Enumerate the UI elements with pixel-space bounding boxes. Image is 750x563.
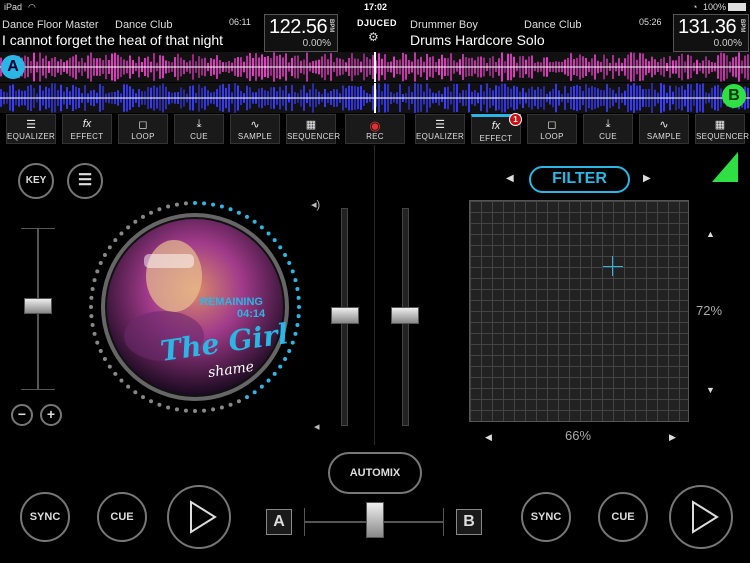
- deck-a-title: I cannot forget the heat of that night: [2, 32, 224, 48]
- xy-cursor-v: [612, 256, 613, 276]
- wifi-icon: ◠: [28, 2, 36, 12]
- volume-low-icon: ◂: [314, 421, 320, 433]
- pitch-plus-button[interactable]: +: [40, 404, 62, 426]
- deck-a-sync-button[interactable]: SYNC: [20, 492, 70, 542]
- deck-a-jog-wheel[interactable]: [84, 196, 306, 418]
- xy-cursor-h: [603, 266, 623, 267]
- deck-b-corner-marker: [712, 152, 738, 182]
- playlist-button[interactable]: ☰: [67, 163, 103, 199]
- list-icon: ☰: [77, 172, 93, 189]
- deck-b-bpm-unit: BPM: [739, 19, 745, 33]
- deck-b-pitch: 0.00%: [713, 38, 742, 49]
- filter-xy-pad[interactable]: [469, 200, 689, 422]
- rec-button[interactable]: ◉ REC: [345, 114, 405, 144]
- equalizer-icon: ☰: [26, 119, 36, 131]
- deck-b-sync-button[interactable]: SYNC: [521, 492, 571, 542]
- y-value: 72%: [696, 303, 723, 318]
- sequencer-icon: ▦: [714, 119, 726, 131]
- x-right-arrow[interactable]: ▶: [669, 432, 676, 443]
- pitch-fader-knob[interactable]: [24, 298, 52, 314]
- deck-b-bpm: 131.36: [678, 16, 737, 38]
- crossfader-knob[interactable]: [366, 502, 384, 538]
- sample-wave-icon: ∿: [250, 119, 260, 131]
- deck-b-equalizer-button[interactable]: ☰ EQUALIZER: [415, 114, 465, 144]
- deck-b-bpm-box[interactable]: 131.36 BPM 0.00%: [673, 14, 749, 52]
- clock: 17:02: [364, 2, 388, 12]
- equalizer-icon: ☰: [435, 119, 445, 131]
- deck-b-cue-play-button[interactable]: CUE: [598, 492, 648, 542]
- deck-a-waveform[interactable]: [0, 52, 750, 82]
- deck-a-artist: Dance Floor Master: [2, 19, 99, 31]
- pitch-minus-button[interactable]: −: [11, 404, 33, 426]
- crossfader-b-label[interactable]: B: [456, 509, 482, 535]
- deck-b-badge: B: [722, 84, 746, 108]
- deck-b-sample-button[interactable]: ∿ SAMPLE: [639, 114, 689, 144]
- y-up-arrow[interactable]: ▲: [706, 229, 715, 239]
- y-down-arrow[interactable]: ▼: [706, 385, 715, 395]
- crossfader-right-tick: [443, 508, 444, 536]
- filter-next-arrow[interactable]: ▶: [643, 173, 651, 184]
- deck-a-bpm: 122.56: [269, 16, 328, 38]
- fx-icon: fx: [82, 118, 92, 130]
- play-icon: [692, 500, 719, 534]
- deck-b-artist: Drummer Boy: [410, 19, 478, 31]
- x-left-arrow[interactable]: ◀: [485, 432, 492, 443]
- key-button[interactable]: KEY: [18, 163, 54, 199]
- deck-a-album: Dance Club: [115, 19, 173, 31]
- device-label: iPad: [4, 2, 23, 12]
- deck-b-waveform[interactable]: [0, 83, 750, 113]
- deck-b-sequencer-button[interactable]: ▦ SEQUENCER: [695, 114, 749, 144]
- deck-b-play-button[interactable]: [669, 485, 733, 549]
- location-icon: ◔: [692, 2, 698, 12]
- volume-high-icon: ◂): [311, 199, 321, 211]
- loop-icon: ◻: [547, 119, 557, 131]
- deck-a-time: 06:11: [229, 17, 251, 27]
- deck-a-effect-button[interactable]: fx EFFECT: [62, 114, 112, 144]
- play-icon: [190, 500, 217, 534]
- channel-b-fader-knob[interactable]: [391, 307, 419, 324]
- status-bar: iPad ◠ 17:02 ◔ 100%: [0, 0, 750, 14]
- deck-a-cue-button[interactable]: ⤓ CUE: [174, 114, 224, 144]
- deck-a-equalizer-button[interactable]: ☰ EQUALIZER: [6, 114, 56, 144]
- deck-b-album: Dance Club: [524, 19, 582, 31]
- crossfader-a-label[interactable]: A: [266, 509, 292, 535]
- pitch-fader-bottom-tick: [21, 389, 55, 390]
- sample-wave-icon: ∿: [659, 119, 669, 131]
- deck-b-title: Drums Hardcore Solo: [410, 32, 545, 48]
- sequencer-icon: ▦: [305, 119, 317, 131]
- deck-a-sample-button[interactable]: ∿ SAMPLE: [230, 114, 280, 144]
- channel-a-fader-knob[interactable]: [331, 307, 359, 324]
- deck-a-pitch: 0.00%: [302, 38, 331, 49]
- brand-logo: DJUCED: [357, 18, 398, 28]
- crossfader-left-tick: [304, 508, 305, 536]
- battery-icon: [728, 3, 746, 11]
- deck-a-badge: A: [1, 55, 25, 79]
- fx-count-badge: 1: [509, 113, 522, 126]
- deck-a-play-button[interactable]: [167, 485, 231, 549]
- deck-a-sequencer-button[interactable]: ▦ SEQUENCER: [286, 114, 340, 144]
- deck-a-loop-button[interactable]: ◻ LOOP: [118, 114, 168, 144]
- settings-gear-icon[interactable]: ⚙: [368, 30, 379, 44]
- automix-button[interactable]: AUTOMIX: [328, 452, 422, 494]
- pitch-fader-top-tick: [21, 228, 55, 229]
- cue-download-icon: ⤓: [196, 118, 202, 130]
- filter-selector[interactable]: FILTER: [529, 166, 630, 193]
- deck-b-cue-button[interactable]: ⤓ CUE: [583, 114, 633, 144]
- record-icon: ◉: [369, 118, 381, 133]
- deck-b-loop-button[interactable]: ◻ LOOP: [527, 114, 577, 144]
- remaining-time: 04:14: [237, 308, 266, 320]
- center-divider: [374, 145, 375, 445]
- filter-prev-arrow[interactable]: ◀: [506, 173, 514, 184]
- loop-icon: ◻: [138, 119, 148, 131]
- deck-a-bpm-box[interactable]: 122.56 BPM 0.00%: [264, 14, 338, 52]
- deck-a-cue-play-button[interactable]: CUE: [97, 492, 147, 542]
- cue-download-icon: ⤓: [605, 118, 611, 130]
- deck-a-bpm-unit: BPM: [328, 19, 334, 33]
- battery-percent: 100%: [703, 2, 727, 12]
- deck-b-time: 05:26: [639, 17, 662, 27]
- remaining-label: REMAINING: [200, 296, 263, 308]
- x-value: 66%: [565, 428, 592, 443]
